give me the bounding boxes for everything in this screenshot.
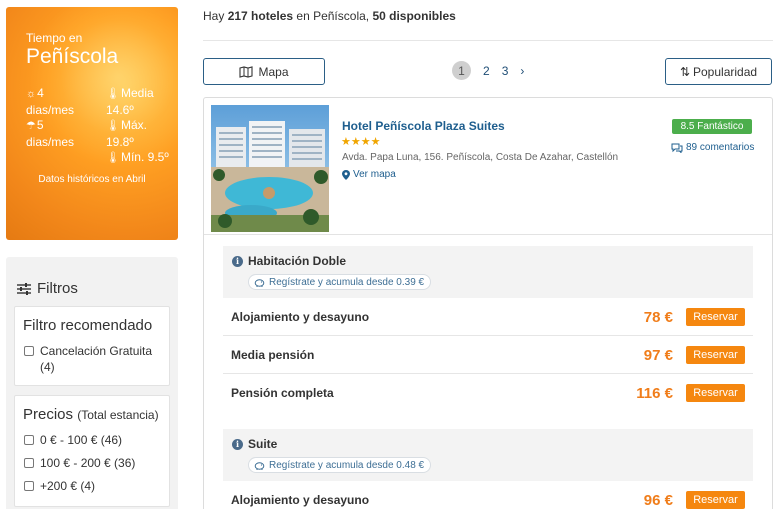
room-title: i Suite	[232, 437, 277, 451]
rate-name: Pensión completa	[231, 386, 334, 400]
rain-days: ☂5 dias/mes	[26, 118, 75, 149]
checkbox[interactable]	[24, 346, 34, 356]
checkbox[interactable]	[24, 458, 34, 468]
hotel-photo[interactable]	[211, 105, 329, 232]
temp-average: 🌡︎Media 14.6º	[106, 86, 154, 117]
filter-free-cancellation[interactable]: Cancelación Gratuita (4)	[24, 343, 152, 375]
sun-icon: ☼	[26, 88, 37, 100]
recommended-filter-title: Filtro recomendado	[23, 317, 153, 334]
filters-panel: Filtros Filtro recomendado Cancelación G…	[6, 257, 178, 509]
reserve-button[interactable]: Reservar	[686, 491, 745, 509]
piggy-bank-icon	[254, 278, 265, 287]
rate-name: Media pensión	[231, 348, 315, 362]
comments-link[interactable]: 89 comentarios	[671, 142, 754, 153]
filter-price-0-100[interactable]: 0 € - 100 € (46)	[24, 432, 122, 448]
rate-price: 97 €	[643, 347, 673, 364]
sort-button[interactable]: ⇅ Popularidad	[665, 58, 772, 85]
filters-heading: Filtros	[16, 280, 78, 297]
divider	[204, 234, 772, 235]
hotel-stars: ★★★★	[341, 136, 381, 148]
rewards-badge[interactable]: Regístrate y acumula desde 0.48 €	[248, 457, 432, 473]
filter-price-100-200[interactable]: 100 € - 200 € (36)	[24, 455, 135, 471]
page-3[interactable]: 3	[502, 64, 509, 78]
info-icon[interactable]: i	[232, 255, 243, 267]
page-2[interactable]: 2	[483, 64, 490, 78]
page-1[interactable]: 1	[452, 61, 471, 80]
hotel-address: Avda. Papa Luna, 156. Peñíscola, Costa D…	[342, 152, 619, 163]
recommended-filter-box: Filtro recomendado Cancelación Gratuita(…	[14, 306, 170, 386]
divider	[203, 40, 773, 41]
piggy-bank-icon	[254, 461, 265, 470]
pagination: 1 2 3 ›	[452, 61, 536, 80]
sliders-icon	[17, 282, 31, 295]
room-suite: i Suite Regístrate y acumula desde 0.48 …	[223, 429, 753, 509]
map-pin-icon	[342, 169, 350, 180]
rating-badge: 8.5 Fantástico	[672, 119, 752, 134]
rate-row: Pensión completa 116 € Reservar	[223, 374, 753, 412]
checkbox[interactable]	[24, 481, 34, 491]
rate-row: Alojamiento y desayuno 96 € Reservar	[223, 481, 753, 509]
weather-note: Datos históricos en Abril	[38, 174, 146, 185]
thermometer-icon: 🌡︎	[106, 88, 120, 100]
map-icon	[239, 65, 254, 78]
results-summary: Hay 217 hoteles en Peñíscola, 50 disponi…	[203, 9, 456, 23]
comments-icon	[671, 143, 683, 153]
reserve-button[interactable]: Reservar	[686, 384, 745, 402]
weather-card: Tiempo en Peñíscola ☼4 dias/mes ☂5 dias/…	[6, 7, 178, 240]
price-filter-box: Precios (Total estancia) 0 € - 100 € (46…	[14, 395, 170, 507]
thermometer-icon: 🌡︎	[106, 152, 120, 164]
rate-price: 96 €	[643, 492, 673, 509]
sun-days: ☼4 dias/mes	[26, 86, 75, 117]
temp-min: 🌡︎Mín. 9.5º	[106, 150, 169, 164]
rate-price: 78 €	[643, 309, 673, 326]
next-page-icon[interactable]: ›	[520, 64, 524, 78]
weather-city: Peñíscola	[26, 45, 119, 68]
info-icon[interactable]: i	[232, 438, 243, 450]
reserve-button[interactable]: Reservar	[686, 308, 745, 326]
room-double: i Habitación Doble Regístrate y acumula …	[223, 246, 753, 412]
checkbox[interactable]	[24, 435, 34, 445]
weather-title: Tiempo en	[26, 31, 83, 45]
thermometer-icon: 🌡︎	[106, 120, 120, 132]
filters-title: Filtros	[37, 280, 78, 297]
rate-row: Media pensión 97 € Reservar	[223, 336, 753, 374]
map-button[interactable]: Mapa	[203, 58, 325, 85]
room-title: i Habitación Doble	[232, 254, 346, 268]
sort-icon: ⇅	[679, 64, 690, 79]
umbrella-icon: ☂	[26, 120, 36, 132]
filter-price-200-plus[interactable]: +200 € (4)	[24, 478, 95, 494]
hotel-name-link[interactable]: Hotel Peñíscola Plaza Suites	[342, 119, 505, 133]
view-map-link[interactable]: Ver mapa	[342, 169, 396, 180]
rate-price: 116 €	[636, 385, 673, 402]
price-filter-title: Precios (Total estancia)	[23, 406, 159, 423]
room-header: i Suite Regístrate y acumula desde 0.48 …	[223, 429, 753, 481]
room-header: i Habitación Doble Regístrate y acumula …	[223, 246, 753, 298]
temp-max: 🌡︎Máx. 19.8º	[106, 118, 147, 149]
rate-name: Alojamiento y desayuno	[231, 310, 370, 324]
reserve-button[interactable]: Reservar	[686, 346, 745, 364]
hotel-card: Hotel Peñíscola Plaza Suites ★★★★ Avda. …	[203, 97, 773, 509]
rate-row: Alojamiento y desayuno 78 € Reservar	[223, 298, 753, 336]
rewards-badge[interactable]: Regístrate y acumula desde 0.39 €	[248, 274, 432, 290]
rate-name: Alojamiento y desayuno	[231, 493, 370, 507]
